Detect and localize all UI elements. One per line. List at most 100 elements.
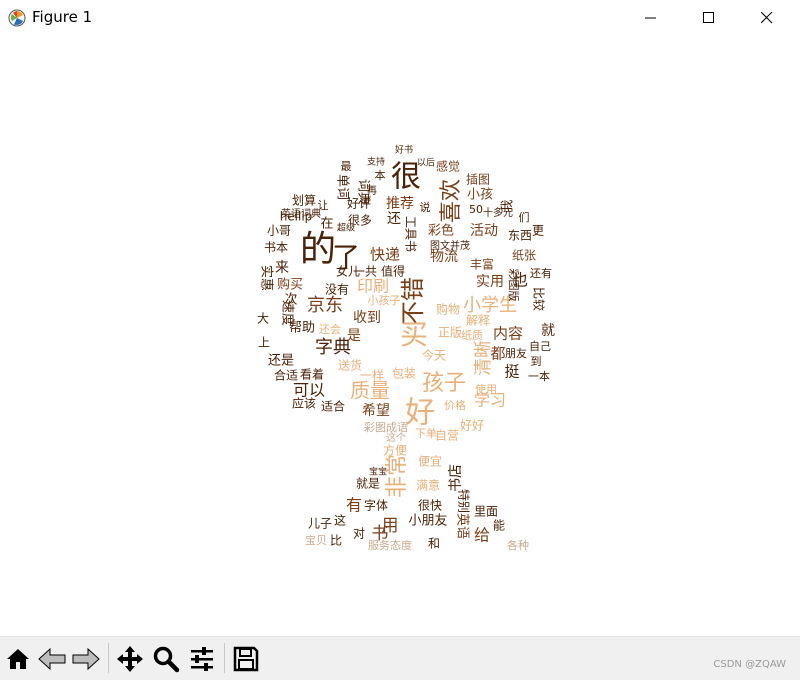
cloud-word: 挺 xyxy=(504,363,519,381)
cloud-word: 没有 xyxy=(325,282,349,297)
back-button[interactable] xyxy=(36,643,68,675)
cloud-word: 买 xyxy=(400,318,428,351)
cloud-word: 这 xyxy=(334,513,346,528)
cloud-word: 适合 xyxy=(321,399,345,414)
home-icon xyxy=(7,649,29,669)
window-title: Figure 1 xyxy=(32,8,93,26)
cloud-word: 正版 xyxy=(438,326,462,340)
cloud-word: 这个 xyxy=(386,431,406,444)
cloud-word: 购物 xyxy=(436,302,460,317)
cloud-word: 价格 xyxy=(444,398,466,412)
cloud-word: 实惠 xyxy=(259,265,274,291)
cloud-word: 比较 xyxy=(532,287,547,311)
cloud-word: 应该 xyxy=(292,396,316,411)
cloud-word: 满意 xyxy=(416,478,440,493)
cloud-word: 小哥 xyxy=(267,224,291,238)
word-cloud: 的了很不错买好孩子质量非常喜欢字典京东 小学生印刷可以内容活动推荐学习用书 给快递物… xyxy=(257,144,555,553)
cloud-word: 好评 xyxy=(347,197,371,211)
maximize-button[interactable] xyxy=(686,0,732,36)
cloud-word: 各种 xyxy=(507,538,529,552)
minimize-icon xyxy=(645,17,656,19)
cloud-word: 购买 xyxy=(277,277,303,293)
cloud-word: 清晰 xyxy=(473,340,494,376)
cloud-word: 还有 xyxy=(530,266,552,280)
cloud-word: 儿子 xyxy=(308,517,332,531)
forward-button[interactable] xyxy=(70,643,102,675)
arrow-left-icon xyxy=(38,647,66,671)
cloud-word: 服务态度 xyxy=(368,538,412,552)
cloud-word: 字典 xyxy=(315,337,351,358)
cloud-word: 大 xyxy=(257,312,269,326)
cloud-word: 在 xyxy=(320,217,333,232)
cloud-word: 次 xyxy=(284,292,297,308)
cloud-word: 快递 xyxy=(370,246,400,264)
cloud-word: 喜欢 xyxy=(439,179,464,223)
move-icon xyxy=(117,646,143,672)
cloud-word: 还是 xyxy=(268,354,294,369)
cloud-word: 方便 xyxy=(383,443,407,458)
cloud-word: 特别 xyxy=(457,489,472,513)
cloud-word: 十多元 xyxy=(483,206,513,219)
cloud-word: 朋友 xyxy=(505,346,527,360)
close-button[interactable] xyxy=(744,0,790,36)
cloud-word: 纸质 xyxy=(461,329,483,342)
cloud-word: 字体 xyxy=(364,498,388,513)
cloud-word: 工具书 xyxy=(404,216,418,252)
cloud-word: 上 xyxy=(258,336,270,350)
cloud-word: 和 xyxy=(428,537,440,551)
cloud-word: 有 xyxy=(346,496,362,515)
cloud-word: 孩子 xyxy=(422,371,466,396)
cloud-word: 插图 xyxy=(466,173,490,187)
watermark-text: CSDN @ZQAW xyxy=(713,659,786,670)
cloud-word: 一样 xyxy=(360,368,384,383)
cloud-word: 值得 xyxy=(381,264,405,279)
cloud-word: 来 xyxy=(275,260,289,276)
cloud-word: 对 xyxy=(353,527,365,541)
cloud-word: 便宜 xyxy=(418,454,442,469)
cloud-word: 京东 xyxy=(307,295,343,316)
minimize-button[interactable] xyxy=(628,0,674,36)
cloud-word: 们 xyxy=(519,210,530,224)
cloud-word: 比 xyxy=(330,534,342,548)
cloud-word: 是 xyxy=(347,328,361,344)
cloud-word: 宝贝 xyxy=(305,533,327,547)
cloud-word: 纸张 xyxy=(512,249,536,263)
cloud-word: 收到 xyxy=(353,310,381,326)
cloud-word: 彩色 xyxy=(428,223,454,239)
cloud-word: 解释 xyxy=(466,314,490,328)
close-icon xyxy=(761,12,773,24)
cloud-word: 宝宝 xyxy=(369,466,387,478)
cloud-word: 英语 xyxy=(455,513,470,539)
toolbar-separator xyxy=(224,643,225,673)
cloud-word: 合适 xyxy=(274,368,298,383)
cloud-word: 彩图版 xyxy=(507,269,521,302)
cloud-word: 感觉 xyxy=(436,159,460,174)
maximize-icon xyxy=(703,12,714,23)
cloud-word: 丰富 xyxy=(470,257,494,272)
cloud-word: 送货 xyxy=(338,358,362,373)
cloud-word: 东西 xyxy=(508,229,532,243)
cloud-word: 里面 xyxy=(474,505,498,519)
zoom-button[interactable] xyxy=(150,643,182,675)
title-bar: Figure 1 xyxy=(0,0,800,36)
floppy-icon xyxy=(233,646,259,672)
configure-button[interactable] xyxy=(186,643,218,675)
home-button[interactable] xyxy=(2,643,34,675)
cloud-word: 图文并茂 xyxy=(430,239,470,252)
cloud-word: 下单 xyxy=(415,427,437,440)
save-button[interactable] xyxy=(230,643,262,675)
toolbar-separator xyxy=(108,643,109,673)
pan-button[interactable] xyxy=(114,643,146,675)
cloud-word: 书店 xyxy=(448,464,464,492)
cloud-word: 使用 xyxy=(475,383,497,396)
cloud-word: 好好 xyxy=(460,419,484,433)
cloud-word: 非常 xyxy=(385,454,410,498)
figure-canvas[interactable]: 的了很不错买好孩子 质量 非常 喜欢 字典 京东 小学生 印刷 可以 内容 活动 推荐 学习用书给快递物… xyxy=(0,36,800,636)
cloud-word: 就是 xyxy=(356,477,380,491)
cloud-word: 自营 xyxy=(435,429,459,443)
cloud-word: 活动 xyxy=(470,223,498,239)
cloud-word: 划算 xyxy=(292,193,316,208)
cloud-word: 实用 xyxy=(476,274,504,290)
cloud-word: 包装 xyxy=(392,367,416,381)
cloud-word: 说 xyxy=(420,200,431,214)
